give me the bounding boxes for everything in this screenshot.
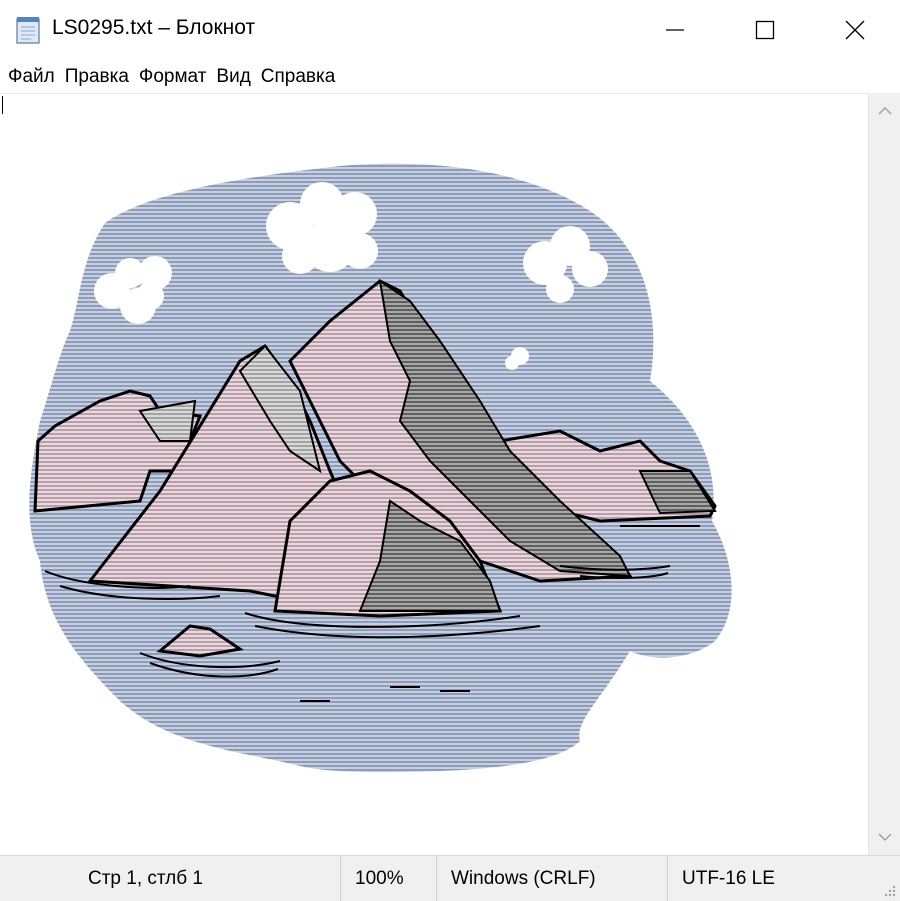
menu-format[interactable]: Формат — [133, 60, 211, 93]
status-zoom: 100% — [340, 856, 437, 901]
title-bar: LS0295.txt – Блокнот — [0, 0, 900, 60]
status-bar: Стр 1, стлб 1 100% Windows (CRLF) UTF-16… — [0, 855, 900, 901]
scroll-down-button[interactable] — [869, 821, 900, 855]
close-button[interactable] — [810, 0, 900, 60]
status-cursor-position: Стр 1, стлб 1 — [88, 868, 203, 889]
chevron-up-icon — [878, 106, 892, 115]
menu-edit[interactable]: Правка — [59, 60, 133, 93]
resize-grip-icon[interactable] — [882, 883, 896, 897]
window-title: LS0295.txt – Блокнот — [52, 16, 256, 39]
chevron-down-icon — [878, 833, 892, 842]
menu-file[interactable]: Файл — [0, 60, 59, 93]
ascii-art-mountains — [29, 163, 732, 773]
menu-help[interactable]: Справка — [255, 60, 340, 93]
status-encoding: UTF-16 LE — [667, 856, 872, 901]
notepad-icon — [16, 17, 40, 44]
maximize-button[interactable] — [720, 0, 810, 60]
scroll-up-button[interactable] — [869, 93, 900, 127]
minimize-button[interactable] — [630, 0, 720, 60]
maximize-icon — [755, 20, 775, 40]
menu-view[interactable]: Вид — [210, 60, 254, 93]
close-icon — [845, 20, 865, 40]
text-editor[interactable] — [0, 93, 868, 856]
status-line-endings: Windows (CRLF) — [436, 856, 659, 901]
minimize-icon — [666, 29, 684, 31]
menu-bar: Файл Правка Формат Вид Справка — [0, 60, 900, 93]
vertical-scrollbar[interactable] — [868, 93, 900, 855]
